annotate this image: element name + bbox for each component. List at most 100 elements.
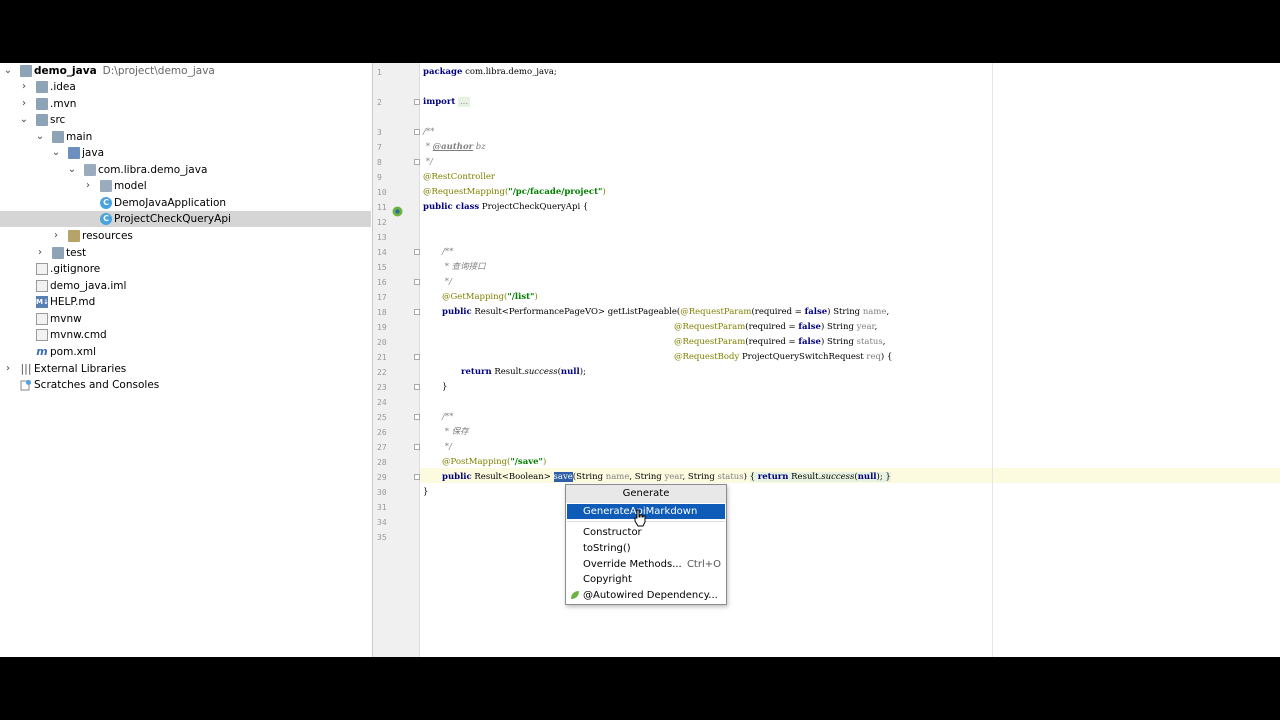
spring-leaf-icon bbox=[570, 590, 580, 600]
line-number: 8 bbox=[377, 158, 382, 167]
menu-item-autowired-dependency[interactable]: @Autowired Dependency... bbox=[567, 588, 725, 603]
tree-item-gitignore[interactable]: .gitignore bbox=[0, 261, 371, 277]
fold-marker[interactable] bbox=[414, 99, 420, 105]
menu-item-copyright[interactable]: Copyright bbox=[567, 572, 725, 587]
tree-item-project-root[interactable]: ⌄ demo_java D:\project\demo_java bbox=[0, 63, 371, 79]
line-number: 14 bbox=[377, 248, 387, 257]
chevron-right-icon[interactable]: › bbox=[19, 82, 29, 92]
tree-item-label: mvnw.cmd bbox=[50, 329, 107, 341]
line-number: 24 bbox=[377, 398, 387, 407]
menu-item-tostring[interactable]: toString() bbox=[567, 541, 725, 556]
folder-icon bbox=[52, 247, 64, 259]
code-line-27: /** bbox=[442, 412, 454, 422]
code-line-19: @GetMapping("/list") bbox=[442, 292, 538, 302]
folder-icon bbox=[36, 114, 48, 126]
chevron-right-icon[interactable]: › bbox=[3, 364, 13, 374]
fold-marker[interactable] bbox=[414, 474, 420, 480]
tree-item-mvn[interactable]: › .mvn bbox=[0, 96, 371, 112]
line-number: 16 bbox=[377, 278, 387, 287]
right-margin-guide bbox=[992, 63, 993, 657]
tree-item-src[interactable]: ⌄ src bbox=[0, 112, 371, 128]
line-number: 25 bbox=[377, 413, 387, 422]
spring-class-icon: C bbox=[100, 197, 112, 209]
tree-item-test[interactable]: › test bbox=[0, 245, 371, 261]
fold-marker[interactable] bbox=[414, 279, 420, 285]
chevron-down-icon[interactable]: ⌄ bbox=[67, 165, 77, 175]
fold-marker[interactable] bbox=[414, 249, 420, 255]
chevron-down-icon[interactable]: ⌄ bbox=[19, 115, 29, 125]
tree-item-package[interactable]: ⌄ com.libra.demo_java bbox=[0, 162, 371, 178]
project-tree: ⌄ demo_java D:\project\demo_java › .idea … bbox=[0, 63, 373, 657]
folder-icon bbox=[36, 98, 48, 110]
tree-item-resources[interactable]: › resources bbox=[0, 228, 371, 244]
tree-item-pom[interactable]: m pom.xml bbox=[0, 344, 371, 360]
module-file-icon bbox=[36, 280, 48, 292]
code-line-8: /** bbox=[423, 127, 435, 137]
chevron-right-icon[interactable]: › bbox=[35, 248, 45, 258]
project-name: demo_java bbox=[34, 65, 97, 77]
code-line-12: @RequestMapping("/pc/facade/project") bbox=[423, 187, 606, 197]
fold-marker[interactable] bbox=[414, 384, 420, 390]
tree-item-iml[interactable]: demo_java.iml bbox=[0, 278, 371, 294]
fold-marker[interactable] bbox=[414, 414, 420, 420]
tree-item-project-check-query-api[interactable]: C ProjectCheckQueryApi bbox=[0, 211, 371, 227]
tree-item-model[interactable]: › model bbox=[0, 178, 371, 194]
tree-item-idea[interactable]: › .idea bbox=[0, 79, 371, 95]
code-line-22: @RequestParam(required = false) String s… bbox=[674, 337, 886, 347]
shortcut-label: Ctrl+O bbox=[686, 559, 721, 570]
code-line-20: public Result<PerformancePageVO> getList… bbox=[442, 307, 890, 317]
hand-cursor-icon bbox=[633, 509, 647, 527]
line-number: 28 bbox=[377, 458, 387, 467]
chevron-down-icon[interactable]: ⌄ bbox=[3, 66, 13, 76]
tree-item-label: test bbox=[66, 247, 87, 259]
line-number: 7 bbox=[377, 143, 382, 152]
line-number: 26 bbox=[377, 428, 387, 437]
project-path: D:\project\demo_java bbox=[102, 65, 215, 77]
tree-item-java[interactable]: ⌄ java bbox=[0, 145, 371, 161]
chevron-down-icon[interactable]: ⌄ bbox=[51, 148, 61, 158]
fold-marker[interactable] bbox=[414, 444, 420, 450]
menu-item-constructor[interactable]: Constructor bbox=[567, 525, 725, 540]
menu-item-override-methods[interactable]: Override Methods... Ctrl+O bbox=[567, 557, 725, 572]
tree-item-main[interactable]: ⌄ main bbox=[0, 129, 371, 145]
code-line-25: } bbox=[442, 382, 448, 392]
fold-marker[interactable] bbox=[414, 129, 420, 135]
file-icon bbox=[36, 329, 48, 341]
fold-marker[interactable] bbox=[414, 159, 420, 165]
file-icon bbox=[36, 263, 48, 275]
line-number: 19 bbox=[377, 323, 387, 332]
line-number: 34 bbox=[377, 518, 387, 527]
line-number: 20 bbox=[377, 338, 387, 347]
resources-folder-icon bbox=[68, 230, 80, 242]
class-icon: C bbox=[100, 213, 112, 225]
code-line-3: import ... bbox=[423, 97, 471, 107]
tree-item-demo-java-application[interactable]: C DemoJavaApplication bbox=[0, 195, 371, 211]
tree-item-scratches[interactable]: Scratches and Consoles bbox=[0, 377, 371, 393]
tree-item-label: pom.xml bbox=[50, 346, 97, 358]
maven-icon: m bbox=[36, 345, 48, 358]
chevron-down-icon[interactable]: ⌄ bbox=[35, 132, 45, 142]
fold-marker[interactable] bbox=[414, 309, 420, 315]
tree-item-help-md[interactable]: M↓ HELP.md bbox=[0, 294, 371, 310]
tree-item-label: .idea bbox=[50, 81, 76, 93]
folder-icon bbox=[20, 65, 32, 77]
line-number: 2 bbox=[377, 98, 382, 107]
line-number: 10 bbox=[377, 188, 387, 197]
tree-item-label: main bbox=[66, 131, 93, 143]
tree-item-external-libraries[interactable]: › ||| External Libraries bbox=[0, 361, 371, 377]
tree-item-label: mvnw bbox=[50, 313, 82, 325]
code-line-24: return Result.success(null); bbox=[461, 367, 586, 377]
chevron-right-icon[interactable]: › bbox=[51, 231, 61, 241]
tree-item-mvnw[interactable]: mvnw bbox=[0, 311, 371, 327]
folded-imports[interactable]: ... bbox=[457, 97, 471, 107]
fold-marker[interactable] bbox=[414, 354, 420, 360]
chevron-right-icon[interactable]: › bbox=[19, 99, 29, 109]
chevron-right-icon[interactable]: › bbox=[83, 181, 93, 191]
tree-item-mvnw-cmd[interactable]: mvnw.cmd bbox=[0, 327, 371, 343]
folder-icon bbox=[36, 81, 48, 93]
tree-item-label: model bbox=[114, 180, 147, 192]
selected-method-name[interactable]: save bbox=[553, 472, 573, 482]
tree-item-label: .mvn bbox=[50, 98, 77, 110]
line-number: 22 bbox=[377, 368, 387, 377]
spring-bean-gutter-icon[interactable] bbox=[392, 202, 403, 217]
